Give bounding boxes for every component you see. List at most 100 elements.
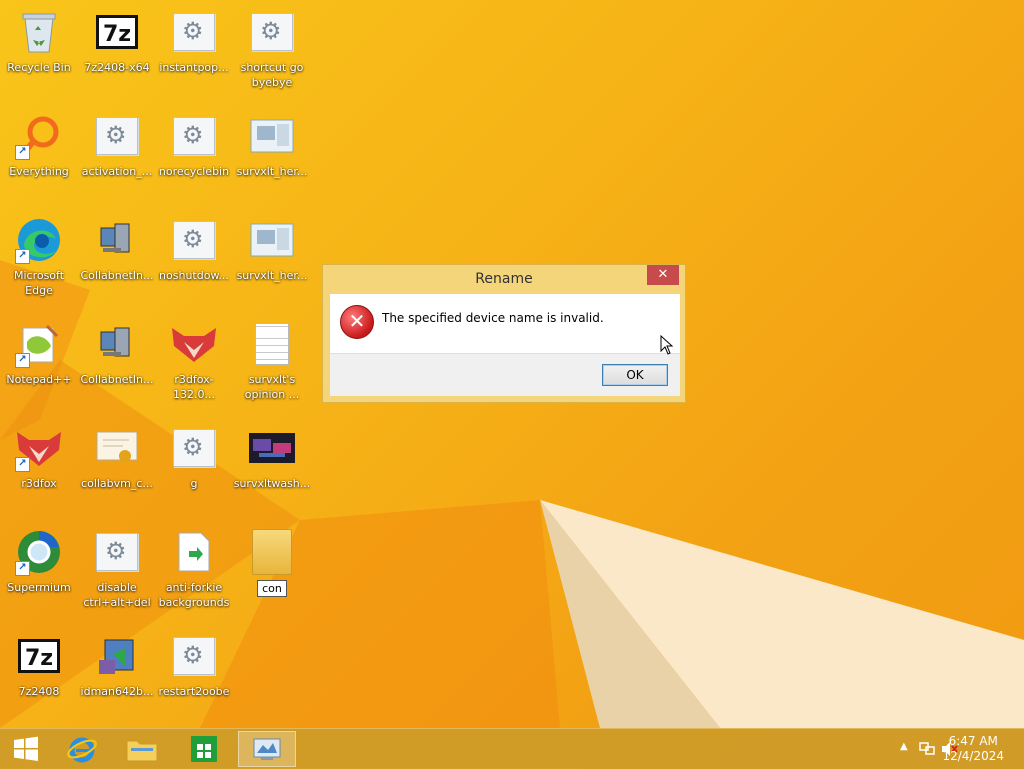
seven-zip-icon: 7z [15, 632, 63, 680]
desktop-icon-r3dfox-132[interactable]: r3dfox-132.0... [155, 314, 233, 410]
rename-error-dialog: Rename ✕ ✕ The specified device name is … [322, 264, 686, 403]
desktop-icon-activation[interactable]: activation_... [78, 106, 156, 202]
recycle-bin-icon [15, 8, 63, 56]
taskbar-file-explorer[interactable] [116, 731, 168, 767]
desktop-icon-label: Supermium [7, 581, 71, 594]
search-magnifier-icon: ↗ [15, 112, 63, 160]
desktop-icon-supermium[interactable]: ↗ Supermium [0, 522, 78, 618]
shortcut-arrow-icon: ↗ [15, 145, 30, 160]
desktop-icon-instantpop[interactable]: instantpop... [155, 2, 233, 98]
desktop-icon-label: anti-forkie backgrounds [158, 581, 230, 609]
desktop-icon-notepadpp[interactable]: ↗ Notepad++ [0, 314, 78, 410]
desktop-icon-label: Notepad++ [6, 373, 72, 386]
image-file-icon [248, 216, 296, 264]
network-computer-icon [93, 320, 141, 368]
desktop-icon-label: g [190, 477, 198, 490]
script-file-icon [170, 424, 218, 472]
network-icon[interactable] [918, 741, 936, 757]
taskbar-clock[interactable]: 6:47 AM 12/4/2024 [942, 734, 1004, 764]
notepadpp-icon: ↗ [15, 320, 63, 368]
desktop-icon-con-folder[interactable]: con [233, 522, 311, 618]
script-file-icon [93, 112, 141, 160]
desktop-icon-collabnetin-2[interactable]: CollabnetIn... [78, 314, 156, 410]
desktop-icon-7z2408[interactable]: 7z 7z2408 [0, 626, 78, 722]
network-computer-icon [93, 216, 141, 264]
desktop-icon-idman[interactable]: idman642b... [78, 626, 156, 722]
desktop-icon-norecyclebin[interactable]: norecyclebin [155, 106, 233, 202]
desktop-icon-label: survxlt_her... [236, 269, 308, 282]
system-tray: ▲ 6:47 AM 12/4/2024 [864, 729, 1024, 769]
desktop-icon-label: collabvm_c... [81, 477, 153, 490]
start-button[interactable] [0, 731, 52, 767]
desktop-icon-disable-ctrl-alt-del[interactable]: disable ctrl+alt+del [78, 522, 156, 618]
desktop-icon-label: noshutdow... [159, 269, 229, 282]
desktop-icon-collabnetin-1[interactable]: CollabnetIn... [78, 210, 156, 306]
desktop-icon-label: r3dfox-132.0... [173, 373, 215, 401]
mouse-cursor-icon [660, 335, 674, 355]
error-icon: ✕ [340, 305, 374, 339]
clock-time: 6:47 AM [948, 734, 998, 748]
desktop-icon-label: shortcut go byebye [240, 61, 304, 89]
close-button[interactable]: ✕ [647, 265, 679, 285]
desktop-icon-label: restart2oobe [158, 685, 230, 698]
desktop-icon-survxltwash[interactable]: survxltwash... [233, 418, 311, 514]
desktop-icon-noshutdown[interactable]: noshutdow... [155, 210, 233, 306]
script-file-icon [93, 528, 141, 576]
taskbar: ▲ 6:47 AM 12/4/2024 [0, 728, 1024, 769]
dialog-footer: OK [330, 353, 680, 396]
taskbar-internet-explorer[interactable] [56, 731, 108, 767]
desktop-icon-anti-forkie-backgrounds[interactable]: anti-forkie backgrounds [155, 522, 233, 618]
desktop-icon-7z2408-x64[interactable]: 7z 7z2408-x64 [78, 2, 156, 98]
desktop-icon-label: idman642b... [80, 685, 154, 698]
image-file-icon [248, 112, 296, 160]
taskbar-control-panel[interactable] [238, 731, 296, 767]
desktop-icon-everything[interactable]: ↗ Everything [0, 106, 78, 202]
desktop-icon-survxlts-opinion[interactable]: survxlt's opinion ... [233, 314, 311, 410]
file-explorer-icon [126, 740, 158, 762]
taskbar-store[interactable] [178, 731, 230, 767]
script-file-icon [170, 216, 218, 264]
supermium-icon: ↗ [15, 528, 63, 576]
script-file-icon [170, 112, 218, 160]
ok-button[interactable]: OK [602, 364, 668, 386]
desktop-icon-survxlt-her-1[interactable]: survxlt_her... [233, 106, 311, 202]
text-document-icon [248, 320, 296, 368]
desktop-icon-microsoft-edge[interactable]: ↗ Microsoft Edge [0, 210, 78, 306]
folder-icon [248, 528, 296, 576]
desktop-icon-collabvm-c[interactable]: collabvm_c... [78, 418, 156, 514]
script-file-icon [248, 8, 296, 56]
shortcut-arrow-icon: ↗ [15, 561, 30, 576]
desktop-icon-label: survxlt_her... [236, 165, 308, 178]
desktop-icon-g[interactable]: g [155, 418, 233, 514]
desktop-icon-r3dfox[interactable]: ↗ r3dfox [0, 418, 78, 514]
desktop-icon-label: Microsoft Edge [13, 269, 65, 297]
desktop-icon-shortcut-go-byebye[interactable]: shortcut go byebye [233, 2, 311, 98]
desktop-icon-recycle-bin[interactable]: Recycle Bin [0, 2, 78, 98]
clock-date: 12/4/2024 [942, 749, 1004, 763]
registry-file-icon [170, 528, 218, 576]
desktop-icon-label: CollabnetIn... [80, 373, 154, 386]
desktop-icon-label: 7z2408 [18, 685, 60, 698]
dialog-message: The specified device name is invalid. [382, 311, 604, 325]
shortcut-arrow-icon: ↗ [15, 353, 30, 368]
show-hidden-icons-chevron-icon[interactable]: ▲ [900, 741, 908, 752]
installer-icon [93, 632, 141, 680]
desktop-icon-label: instantpop... [159, 61, 229, 74]
rename-input[interactable]: con [257, 580, 287, 597]
edge-icon: ↗ [15, 216, 63, 264]
desktop-icon-label: activation_... [81, 165, 153, 178]
desktop-icon-label: survxlt's opinion ... [244, 373, 300, 401]
desktop-icon-label: r3dfox [21, 477, 57, 490]
dialog-content: ✕ The specified device name is invalid. [330, 294, 680, 353]
desktop-icon-restart2oobe[interactable]: restart2oobe [155, 626, 233, 722]
desktop-icon-label: disable ctrl+alt+del [83, 581, 151, 609]
script-file-icon [170, 8, 218, 56]
internet-explorer-icon [67, 737, 97, 763]
store-icon [191, 736, 217, 762]
control-panel-icon [253, 738, 281, 760]
desktop-icon-survxlt-her-2[interactable]: survxlt_her... [233, 210, 311, 306]
script-file-icon [170, 632, 218, 680]
desktop-icon-label: Recycle Bin [7, 61, 71, 74]
r3dfox-icon: ↗ [15, 424, 63, 472]
r3dfox-installer-icon [170, 320, 218, 368]
